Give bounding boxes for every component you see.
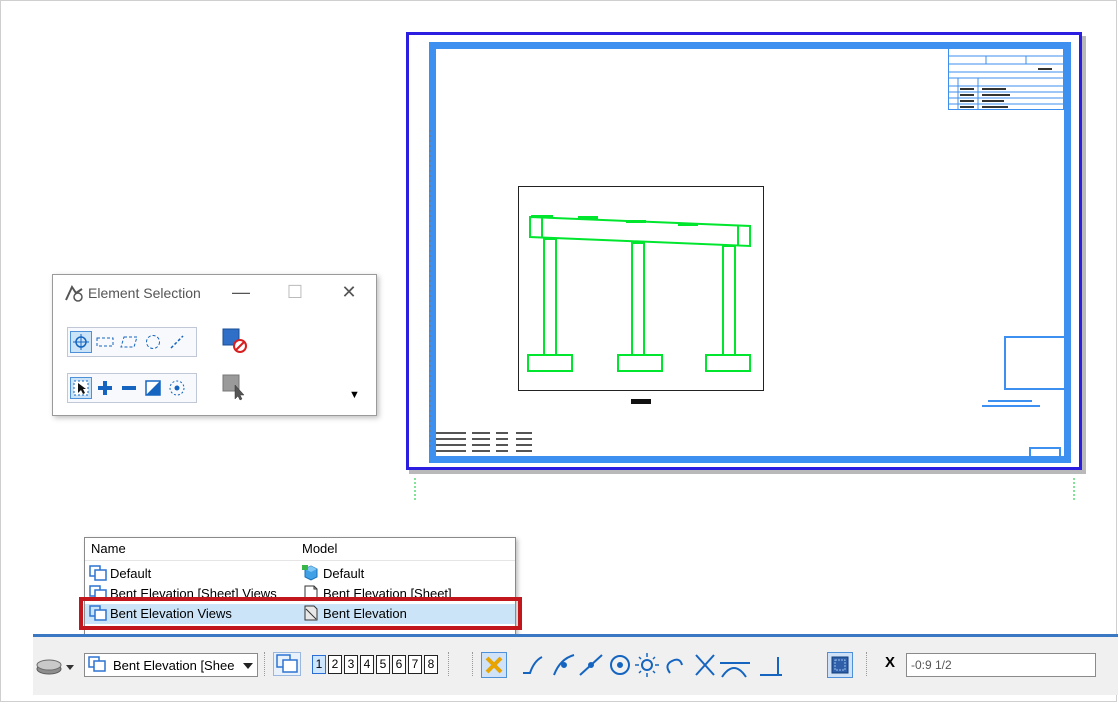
column-header-model[interactable]: Model <box>302 541 337 556</box>
snap-tools-hitbox[interactable] <box>522 654 822 678</box>
view-5-toggle[interactable]: 5 <box>376 655 390 674</box>
view-7-toggle[interactable]: 7 <box>408 655 422 674</box>
plus-icon <box>98 381 112 395</box>
pointer-icon <box>73 380 89 396</box>
element-selection-dialog[interactable]: Element Selection — ☐ ✕ ▼ <box>52 274 377 416</box>
select-all-icon <box>169 380 185 396</box>
view-2-toggle[interactable]: 2 <box>328 655 342 674</box>
view-group-name: Bent Elevation [Sheet] Views <box>110 585 277 598</box>
view-groups-button[interactable] <box>273 652 301 676</box>
column-header-name[interactable]: Name <box>91 541 126 556</box>
dashed-line-icon <box>170 335 184 349</box>
view-3-toggle[interactable]: 3 <box>344 655 358 674</box>
selection-method-group <box>67 327 197 357</box>
range-marker-left <box>414 478 416 500</box>
circle-method-button[interactable] <box>142 331 164 353</box>
toolbar-separator <box>448 652 451 676</box>
view-1-toggle[interactable]: 1 <box>312 655 326 674</box>
x-coordinate-input[interactable]: -0:9 1/2 <box>906 653 1096 677</box>
block-method-button[interactable] <box>94 331 116 353</box>
chevron-down-icon[interactable] <box>242 661 254 671</box>
x-coordinate-label: X <box>885 654 896 671</box>
expand-dialog-arrow[interactable]: ▼ <box>349 389 360 401</box>
range-marker-right <box>1073 478 1075 500</box>
snap-mode-button[interactable] <box>481 652 507 678</box>
dashed-rectangle-icon <box>96 337 114 347</box>
bent-elevation-drawing[interactable] <box>518 186 764 391</box>
add-mode-button[interactable] <box>94 377 116 399</box>
sheet-notes <box>436 432 532 452</box>
toolbar-separator <box>472 652 475 676</box>
new-mode-button[interactable] <box>70 377 92 399</box>
view-group-combo-value: Bent Elevation [Shee <box>113 657 235 673</box>
list-item-name: Bent Elevation [Sheet] Views <box>89 585 277 597</box>
selected-row-highlight-box <box>79 597 522 630</box>
invert-icon <box>145 380 161 396</box>
view-group-icon <box>89 565 107 581</box>
element-selection-icon <box>65 284 83 302</box>
sheet-model-icon <box>304 585 318 597</box>
view-group-icon <box>89 585 107 597</box>
minus-icon <box>122 386 136 390</box>
list-item-model: Bent Elevation [Sheet] <box>302 585 452 597</box>
list-item-model: Default <box>302 565 364 581</box>
list-item[interactable]: Default Default <box>85 564 515 584</box>
list-header <box>85 538 515 561</box>
maximize-button[interactable]: ☐ <box>272 277 318 307</box>
sheet-margin-text <box>429 130 431 450</box>
accudraw-toggle-button[interactable] <box>827 652 853 678</box>
view-attributes-icon <box>36 659 74 675</box>
selection-pointer-icon <box>222 374 245 401</box>
close-button[interactable]: ✕ <box>326 277 372 307</box>
dashed-polygon-icon <box>120 336 138 348</box>
view-4-toggle[interactable]: 4 <box>360 655 374 674</box>
model-name: Default <box>323 565 365 581</box>
model-name: Bent Elevation [Sheet] <box>323 585 452 598</box>
clear-selection-button[interactable] <box>221 327 247 353</box>
subtract-mode-button[interactable] <box>118 377 140 399</box>
selection-mode-group <box>67 373 197 403</box>
list-item-name: Default <box>89 565 151 581</box>
individual-method-button[interactable] <box>70 331 92 353</box>
accudraw-icon <box>831 656 849 674</box>
3d-model-icon <box>302 565 318 581</box>
view-group-name: Default <box>110 565 152 581</box>
view-attributes-button[interactable] <box>35 653 75 677</box>
dashed-circle-icon <box>146 335 160 349</box>
view-groups-icon <box>276 654 298 673</box>
view-8-toggle[interactable]: 8 <box>424 655 438 674</box>
view-title-bar <box>631 399 651 404</box>
sheet-caption <box>982 400 1040 407</box>
title-block <box>948 48 1064 110</box>
view-group-combo[interactable]: Bent Elevation [Shee <box>84 653 258 677</box>
dialog-title: Element Selection <box>88 285 201 301</box>
toolbar-separator <box>264 652 267 676</box>
view-group-icon <box>88 656 106 672</box>
toolbar-separator <box>866 652 869 676</box>
shape-method-button[interactable] <box>118 331 140 353</box>
clear-selection-icon <box>222 328 247 353</box>
list-item[interactable]: Bent Elevation [Sheet] Views Bent Elevat… <box>85 584 515 597</box>
snap-x-icon <box>485 656 503 674</box>
crosshair-icon <box>73 334 89 350</box>
line-method-button[interactable] <box>166 331 188 353</box>
minimize-button[interactable]: — <box>218 277 264 307</box>
invert-mode-button[interactable] <box>142 377 164 399</box>
selection-pointer-button[interactable] <box>221 373 247 401</box>
select-all-mode-button[interactable] <box>166 377 188 399</box>
view-6-toggle[interactable]: 6 <box>392 655 406 674</box>
